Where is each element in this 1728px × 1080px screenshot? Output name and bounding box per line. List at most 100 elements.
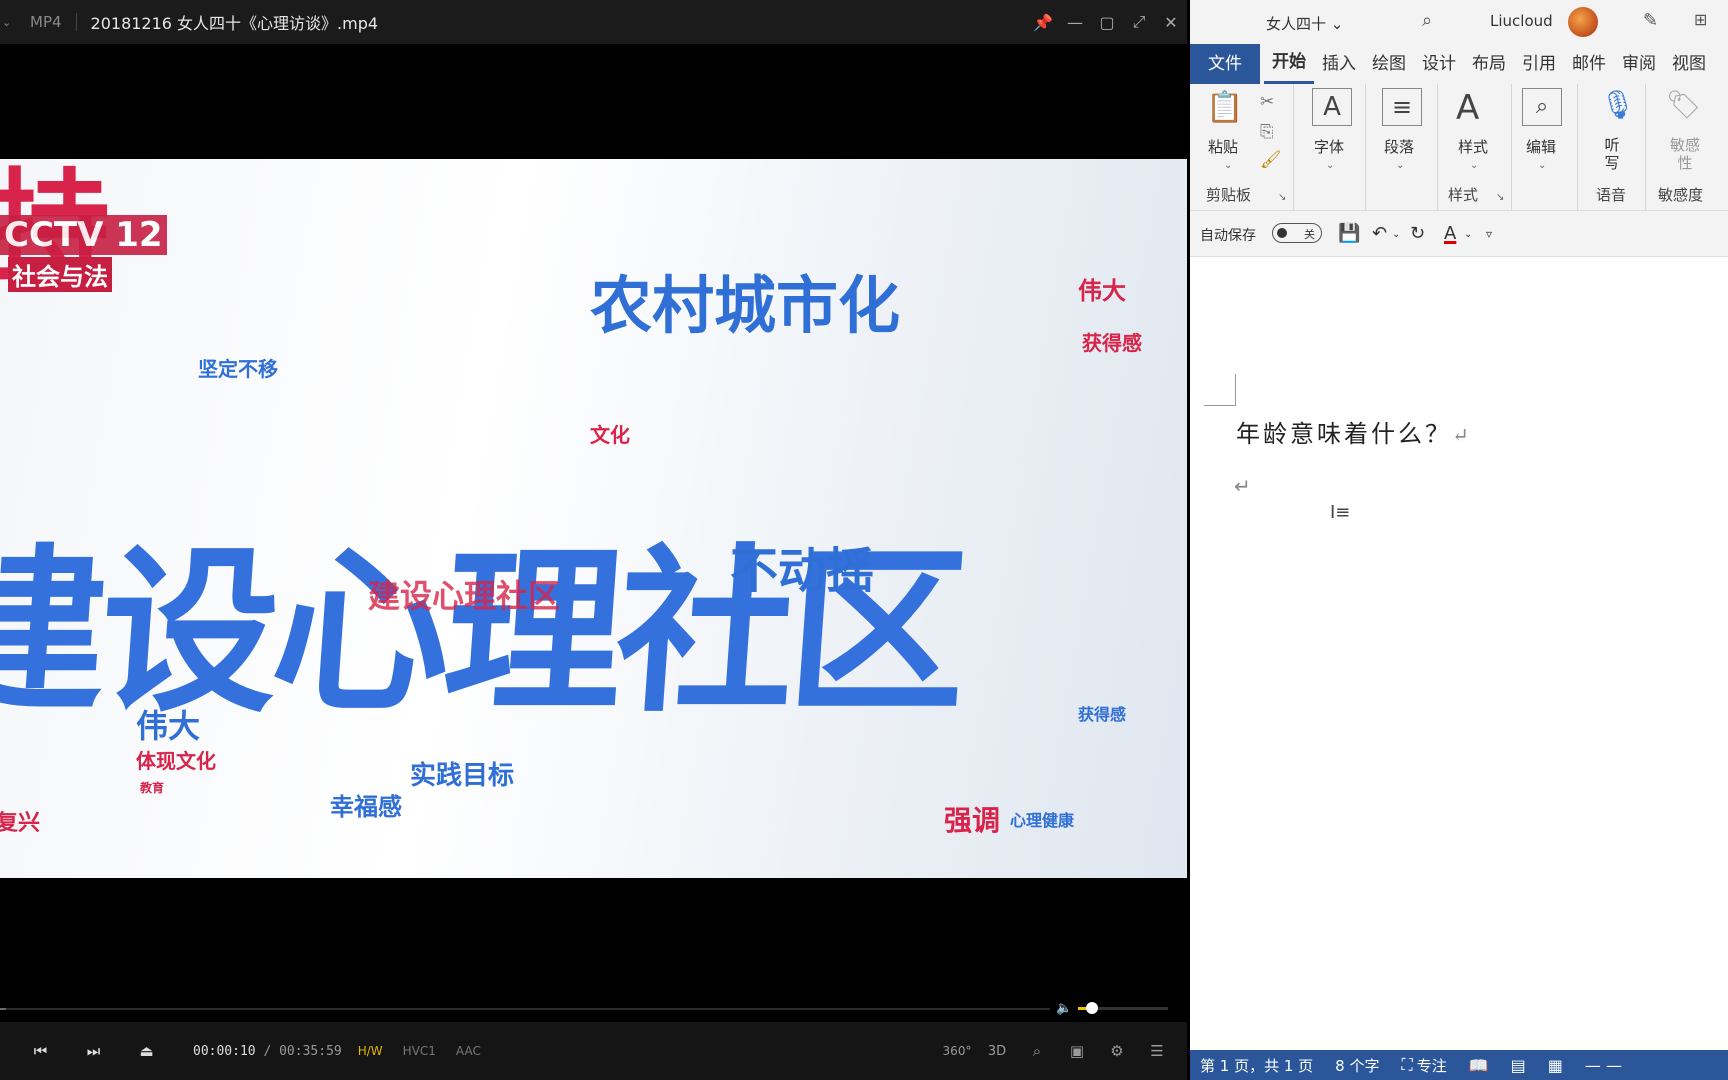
tab-review[interactable]: 审阅 [1614,44,1664,84]
seek-bar[interactable] [0,1004,1187,1014]
document-canvas[interactable]: 年龄意味着什么？↵ ↵ I≡ [1190,280,1728,1050]
styles-icon[interactable]: A [1456,88,1479,128]
eject-icon[interactable]: ⏏ [120,1042,173,1060]
vr360-icon[interactable]: 360° [937,1044,977,1058]
paragraph-icon[interactable]: ≡ [1382,88,1422,126]
editing-group: ⌕ 编辑 ⌄ [1512,84,1578,211]
volume-icon[interactable]: 🔈 [1056,1001,1078,1016]
previous-icon[interactable]: ⏮ [14,1042,67,1060]
avatar[interactable] [1568,7,1598,37]
player-titlebar: ⌄ MP4 20181216 女人四十《心理访谈》.mp4 📌 — ▢ ⤢ ✕ [0,0,1187,44]
volume-control[interactable]: 🔈 [1056,998,1176,1018]
word-count[interactable]: 8 个字 [1335,1055,1379,1076]
focus-icon[interactable]: ⛶ [1401,1055,1412,1075]
print-layout-icon[interactable]: ▤ [1511,1056,1526,1075]
search-list-icon[interactable]: ⌕ [1017,1042,1057,1060]
font-color-icon[interactable]: A [1444,223,1456,244]
volume-slider[interactable] [1078,1001,1168,1014]
word-titlebar: 女人四十 ⌄ ⌕ Liucloud ✎ ⊞ [1190,0,1728,44]
chevron-down-icon[interactable]: ⌄ [1470,160,1478,171]
group-name: 语音 [1596,186,1627,204]
3d-icon[interactable]: 3D [977,1044,1017,1059]
pin-icon[interactable]: 📌 [1027,13,1059,32]
ribbon: 📋 粘贴 ⌄ ✂ ⎘ 🖌 剪贴板 ↘ A 字体 ⌄ ≡ 段落 ⌄ A 样式 ⌄ … [1190,84,1728,211]
dialog-launcher-icon[interactable]: ↘ [1278,192,1286,203]
editing-label[interactable]: 编辑 [1526,136,1556,157]
read-mode-icon[interactable]: 📖 [1469,1056,1489,1075]
tab-file[interactable]: 文件 [1190,44,1260,84]
redo-icon[interactable]: ↻ [1410,223,1425,244]
chevron-down-icon[interactable]: ⌄ [1224,160,1232,171]
clipboard-group: 📋 粘贴 ⌄ ✂ ⎘ 🖌 剪贴板 ↘ [1190,84,1294,211]
audio-codec-badge[interactable]: AAC [452,1042,485,1060]
chevron-down-icon[interactable]: ⌄ [1326,160,1334,171]
chevron-down-icon[interactable]: ⌄ [1392,229,1400,240]
focus-label[interactable]: 专注 [1417,1055,1447,1076]
playlist-menu-icon[interactable]: ☰ [1137,1042,1177,1060]
tab-view[interactable]: 视图 [1664,44,1714,84]
video-text: 获得感 [1082,331,1142,355]
tab-references[interactable]: 引用 [1514,44,1564,84]
dictate-label[interactable]: 听写 [1604,136,1620,172]
format-label: MP4 [30,13,62,31]
player-right-buttons: 360° 3D ⌕ ▣ ⚙ ☰ [937,1022,1177,1080]
paste-icon[interactable]: 📋 [1206,90,1243,125]
file-name: 20181216 女人四十《心理访谈》.mp4 [90,14,379,33]
tab-insert[interactable]: 插入 [1314,44,1364,84]
web-layout-icon[interactable]: ▦ [1548,1056,1563,1075]
close-button[interactable]: ✕ [1155,13,1187,32]
dialog-launcher-icon[interactable]: ↘ [1496,192,1504,203]
tab-design[interactable]: 设计 [1414,44,1464,84]
tab-home[interactable]: 开始 [1264,44,1314,84]
video-text: 建设心理社区 [368,577,561,615]
format-painter-icon[interactable]: 🖌 [1260,150,1282,170]
group-name: 敏感度 [1658,186,1704,204]
page-count[interactable]: 第 1 页，共 1 页 [1200,1055,1313,1076]
video-frame[interactable]: 持 CCTV 12 社会与法 农村城市化 伟大 获得感 坚定不移 文化 建设心理… [0,159,1187,878]
paste-label[interactable]: 粘贴 [1208,136,1238,157]
settings-icon[interactable]: ⚙ [1097,1042,1137,1060]
volume-knob[interactable] [1085,1001,1098,1014]
tab-mailings[interactable]: 邮件 [1564,44,1614,84]
menu-chevron-icon[interactable]: ⌄ [0,16,14,29]
cut-icon[interactable]: ✂ [1260,92,1274,112]
maximize-button[interactable]: ▢ [1091,13,1123,32]
customize-qat-icon[interactable]: ▿ [1486,227,1492,241]
fullscreen-button[interactable]: ⤢ [1123,12,1155,32]
pen-icon[interactable]: ✎ [1643,10,1658,31]
next-icon[interactable]: ⏭ [67,1042,120,1060]
undo-icon[interactable]: ↶ [1372,223,1387,244]
microphone-icon[interactable]: 🎙 [1600,88,1636,121]
autosave-toggle[interactable]: 关 [1272,223,1322,243]
sensitivity-label[interactable]: 敏感性 [1668,136,1702,172]
sensitivity-icon[interactable]: 🏷 [1666,88,1702,121]
copy-icon[interactable]: ⎘ [1260,122,1274,142]
paragraph-label[interactable]: 段落 [1384,136,1414,157]
tab-draw[interactable]: 绘图 [1364,44,1414,84]
document-paragraph[interactable]: 年龄意味着什么？↵ [1236,414,1469,449]
search-icon[interactable]: ⌕ [1422,10,1432,31]
chevron-down-icon[interactable]: ⌄ [1538,160,1546,171]
video-text: 幸福感 [330,793,402,821]
quick-access-toolbar: 自动保存 关 💾 ↶ ⌄ ↻ A ⌄ ▿ [1190,211,1728,257]
user-name[interactable]: Liucloud [1490,12,1553,30]
styles-label[interactable]: 样式 [1458,136,1488,157]
channel-logo-sub: 社会与法 [8,257,112,292]
save-icon[interactable]: 💾 [1338,223,1360,244]
video-codec-badge[interactable]: HVC1 [399,1042,440,1060]
search-icon[interactable]: ⌕ [1522,88,1562,126]
minimize-button[interactable]: — [1059,13,1091,32]
document-title[interactable]: 女人四十 ⌄ [1266,13,1343,34]
chevron-down-icon[interactable]: ⌄ [1396,160,1404,171]
zoom-slider[interactable]: — — [1585,1056,1622,1075]
group-name: 样式 [1448,186,1479,204]
tab-layout[interactable]: 布局 [1464,44,1514,84]
hw-badge[interactable]: H/W [354,1042,387,1060]
font-icon[interactable]: A [1312,88,1352,126]
ribbon-display-icon[interactable]: ⊞ [1694,10,1707,29]
font-group: A 字体 ⌄ [1294,84,1366,211]
chevron-down-icon[interactable]: ⌄ [1464,229,1472,240]
seek-track[interactable] [0,1008,1050,1010]
font-label[interactable]: 字体 [1314,136,1344,157]
screen-icon[interactable]: ▣ [1057,1042,1097,1060]
